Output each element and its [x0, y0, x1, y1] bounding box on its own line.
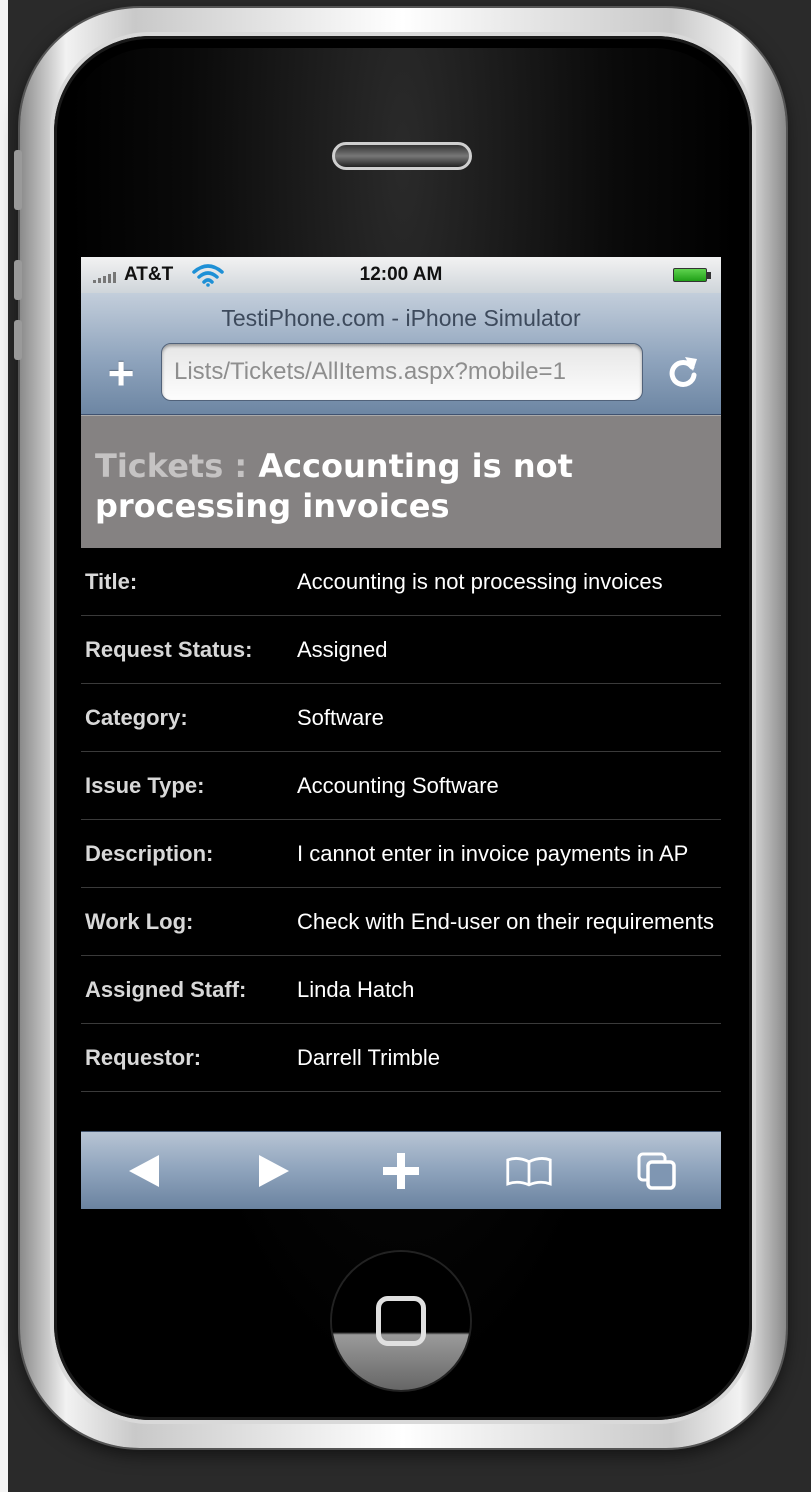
item-header: Tickets : Accounting is not processing i…	[81, 415, 721, 548]
add-plus-icon[interactable]	[377, 1147, 425, 1195]
detail-row-category: Category: Software	[81, 684, 721, 752]
battery-icon	[673, 268, 711, 282]
wifi-icon	[192, 264, 224, 287]
field-value: Software	[297, 704, 384, 730]
field-value: Assigned	[297, 636, 388, 662]
detail-row-issue-type: Issue Type: Accounting Software	[81, 752, 721, 820]
detail-row-title: Title: Accounting is not processing invo…	[81, 548, 721, 616]
signal-strength-icon	[93, 267, 116, 283]
back-arrow-icon[interactable]	[121, 1147, 169, 1195]
detail-row-requestor: Requestor: Darrell Trimble	[81, 1024, 721, 1092]
field-value: Accounting is not processing invoices	[297, 568, 663, 594]
home-square-icon	[376, 1296, 426, 1346]
field-value: Darrell Trimble	[297, 1044, 441, 1070]
field-label: Issue Type:	[85, 772, 205, 798]
detail-row-assigned-staff: Assigned Staff: Linda Hatch	[81, 956, 721, 1024]
detail-row-description: Description: I cannot enter in invoice p…	[81, 820, 721, 888]
earpiece-speaker	[332, 142, 472, 170]
reload-icon[interactable]	[663, 353, 703, 393]
field-value: Check with End-user on their requirement…	[297, 908, 714, 934]
field-value: Linda Hatch	[297, 976, 415, 1002]
home-button[interactable]	[332, 1252, 470, 1390]
background-strip	[0, 0, 8, 1492]
add-bookmark-button[interactable]: +	[101, 350, 141, 396]
status-bar: AT&T 12:00 AM	[81, 257, 721, 293]
field-label: Request Status:	[85, 636, 253, 662]
phone-screen: AT&T 12:00 AM TestiPhone.com - iPhone Si…	[81, 257, 721, 1209]
field-label: Requestor:	[85, 1044, 202, 1070]
browser-title: TestiPhone.com - iPhone Simulator	[221, 305, 581, 331]
url-field[interactable]: Lists/Tickets/AllItems.aspx?mobile=1	[161, 343, 643, 401]
detail-list: Title: Accounting is not processing invo…	[81, 548, 721, 1092]
field-value: Accounting Software	[297, 772, 499, 798]
browser-nav-bar: TestiPhone.com - iPhone Simulator + List…	[81, 293, 721, 415]
detail-row-request-status: Request Status: Assigned	[81, 616, 721, 684]
pages-icon[interactable]	[633, 1147, 681, 1195]
field-value: I cannot enter in invoice payments in AP	[297, 840, 689, 866]
field-label: Title:	[85, 568, 138, 594]
field-label: Description:	[85, 840, 214, 866]
field-label: Work Log:	[85, 908, 194, 934]
detail-row-work-log: Work Log: Check with End-user on their r…	[81, 888, 721, 956]
field-label: Assigned Staff:	[85, 976, 247, 1002]
volume-up-button	[14, 260, 22, 300]
volume-down-button	[14, 320, 22, 360]
mute-switch	[14, 150, 22, 210]
forward-arrow-icon[interactable]	[249, 1147, 297, 1195]
carrier-name: AT&T	[124, 264, 174, 285]
field-label: Category:	[85, 704, 188, 730]
status-time: 12:00 AM	[359, 264, 443, 285]
bookmarks-icon[interactable]	[505, 1147, 553, 1195]
list-name: Tickets :	[95, 447, 248, 485]
browser-toolbar	[81, 1131, 721, 1209]
